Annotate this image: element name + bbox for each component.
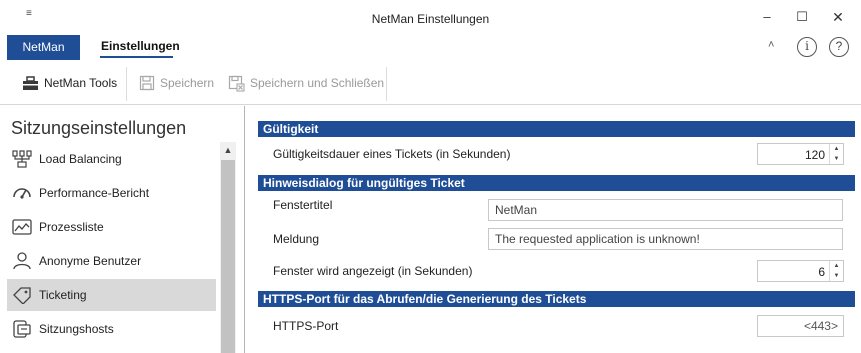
- chart-window-icon: [12, 219, 32, 235]
- sidebar-item-load-balancing[interactable]: Load Balancing: [7, 143, 216, 175]
- sidebar-item-sitzungshosts[interactable]: Sitzungshosts: [7, 313, 216, 345]
- sidebar-item-label: Ticketing: [39, 288, 87, 302]
- settings-panel: Gültigkeit Gültigkeitsdauer eines Ticket…: [244, 106, 861, 353]
- scroll-up-arrow-icon[interactable]: ▲: [220, 142, 236, 158]
- netman-tools-label: NetMan Tools: [44, 76, 118, 90]
- sidebar-item-label: Load Balancing: [39, 152, 122, 166]
- collapse-ribbon-icon[interactable]: ˄: [768, 39, 774, 51]
- save-and-close-label: Speichern und Schließen: [250, 76, 385, 90]
- sidebar-item-label: Sitzungshosts: [39, 322, 114, 336]
- sidebar-title: Sitzungseinstellungen: [11, 118, 187, 138]
- https-port-field[interactable]: <443>: [757, 315, 844, 337]
- sidebar-item-label: Performance-Bericht: [39, 186, 150, 200]
- sidebar-item-label: Anonyme Benutzer: [39, 254, 142, 268]
- sidebar: Sitzungseinstellungen Load Balancing Per…: [0, 106, 243, 353]
- host-icon: [13, 320, 31, 338]
- toolbox-icon: [23, 75, 38, 90]
- save-close-icon: [228, 75, 245, 92]
- scrollbar-thumb[interactable]: [221, 160, 235, 353]
- duration-value: 120: [804, 148, 825, 162]
- toolbar-separator: [386, 67, 387, 101]
- save-icon: [139, 75, 155, 91]
- save-label: Speichern: [160, 76, 215, 90]
- stepper-buttons: ▲ ▼: [829, 144, 843, 164]
- stepper-down-icon[interactable]: ▼: [830, 154, 843, 164]
- netman-tools-button[interactable]: NetMan Tools: [22, 72, 117, 94]
- tab-netman[interactable]: NetMan: [7, 35, 80, 60]
- load-balancing-icon: [12, 150, 32, 168]
- save-and-close-button[interactable]: Speichern und Schließen: [228, 72, 384, 94]
- close-button[interactable]: ✕: [828, 9, 848, 26]
- window-title-label: Fenstertitel: [273, 198, 333, 212]
- message-label: Meldung: [273, 232, 320, 246]
- display-time-value: 6: [818, 265, 825, 279]
- duration-stepper[interactable]: 120 ▲ ▼: [757, 143, 844, 165]
- tab-settings[interactable]: Einstellungen: [101, 39, 180, 53]
- stepper-buttons: ▲ ▼: [829, 261, 843, 281]
- duration-label: Gültigkeitsdauer eines Tickets (in Sekun…: [273, 147, 511, 161]
- https-port-label: HTTPS-Port: [273, 319, 339, 333]
- tag-icon: [13, 287, 31, 304]
- sidebar-item-performance-bericht[interactable]: Performance-Bericht: [7, 177, 216, 209]
- section-header-validity: Gültigkeit: [258, 121, 855, 137]
- section-header-https-port: HTTPS-Port für das Abrufen/die Generieru…: [258, 291, 855, 307]
- ribbon-toolbar: NetMan Tools Speichern Speichern und Sch…: [0, 61, 861, 105]
- stepper-up-icon[interactable]: ▲: [830, 144, 843, 154]
- window-title: NetMan Einstellungen: [371, 12, 490, 26]
- sidebar-item-label: Prozessliste: [39, 220, 104, 234]
- maximize-button[interactable]: ☐: [792, 9, 812, 25]
- sidebar-item-ticketing[interactable]: Ticketing: [7, 279, 216, 311]
- display-time-label: Fenster wird angezeigt (in Sekunden): [273, 264, 473, 278]
- display-time-stepper[interactable]: 6 ▲ ▼: [757, 260, 844, 282]
- sidebar-scrollbar[interactable]: ▲: [220, 142, 236, 353]
- tab-active-indicator: [100, 56, 173, 58]
- minimize-button[interactable]: –: [757, 9, 777, 24]
- info-icon[interactable]: i: [797, 37, 817, 57]
- sidebar-item-prozessliste[interactable]: Prozessliste: [7, 211, 216, 243]
- help-icon[interactable]: ?: [829, 37, 849, 57]
- title-bar: ≡ NetMan Einstellungen – ☐ ✕: [0, 0, 861, 36]
- toolbar-separator: [126, 67, 127, 101]
- sidebar-item-anonyme-benutzer[interactable]: Anonyme Benutzer: [7, 245, 216, 277]
- save-button[interactable]: Speichern: [139, 72, 214, 94]
- message-field[interactable]: The requested application is unknown!: [488, 228, 843, 250]
- window-title-field[interactable]: NetMan: [488, 199, 843, 221]
- user-icon: [13, 252, 31, 270]
- section-header-invalid-ticket-dialog: Hinweisdialog für ungültiges Ticket: [258, 175, 855, 191]
- stepper-down-icon[interactable]: ▼: [830, 271, 843, 281]
- stepper-up-icon[interactable]: ▲: [830, 261, 843, 271]
- gauge-icon: [13, 188, 31, 199]
